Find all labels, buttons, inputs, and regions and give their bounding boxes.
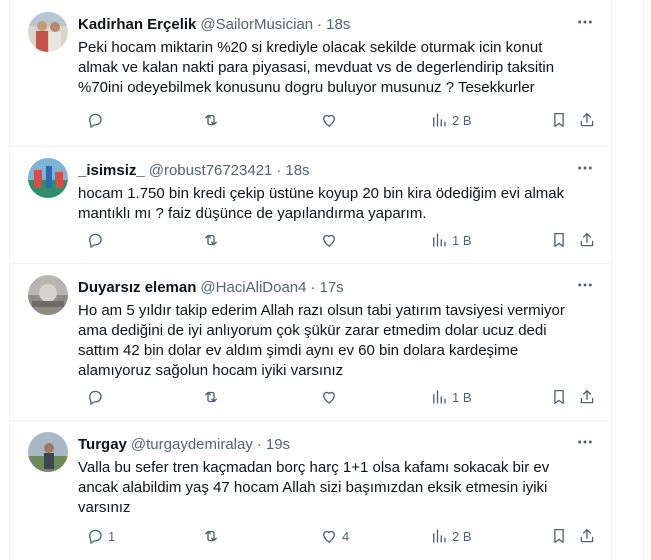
views-button[interactable]: 2 B (430, 526, 472, 546)
avatar[interactable] (28, 158, 68, 198)
reply-tweet[interactable]: _isimsiz_ @robust76723421 · 18s hocam 1.… (10, 146, 611, 264)
share-icon (580, 528, 594, 543)
heart-icon (323, 391, 335, 404)
bookmark-button[interactable] (550, 526, 568, 546)
more-options-icon[interactable] (573, 158, 597, 178)
more-options-icon[interactable] (573, 275, 597, 295)
like-button[interactable]: 4 (320, 526, 349, 546)
share-icon (580, 389, 594, 404)
retweet-button[interactable] (202, 110, 220, 130)
share-button[interactable] (578, 110, 596, 130)
separator-dot: · (310, 278, 316, 296)
tweet-header: Duyarsız eleman @HaciAliDoan4 · 17s (78, 277, 595, 297)
separator-dot: · (317, 15, 323, 33)
avatar[interactable] (28, 275, 68, 315)
retweet-icon (205, 391, 217, 403)
avatar[interactable] (28, 12, 68, 52)
action-bar: 1 4 2 B (78, 526, 603, 546)
like-count: 4 (342, 528, 350, 544)
bookmark-icon (554, 528, 564, 544)
like-button[interactable] (320, 387, 342, 407)
tweet-header: _isimsiz_ @robust76723421 · 18s (78, 160, 595, 180)
reply-tweet[interactable]: Kadirhan Erçelik @SailorMusician · 18s P… (10, 0, 611, 147)
tweet-text: hocam 1.750 bin kredi çekip üstüne koyup… (78, 185, 565, 222)
share-icon (580, 112, 594, 127)
reply-button[interactable] (86, 230, 108, 250)
author-handle[interactable]: @turgaydemiralay (131, 436, 253, 453)
bookmark-button[interactable] (550, 110, 568, 130)
reply-count: 1 (108, 528, 116, 544)
author-handle[interactable]: @SailorMusician (200, 16, 313, 33)
author-name[interactable]: Turgay (78, 436, 127, 453)
share-button[interactable] (578, 526, 596, 546)
reply-icon (89, 529, 102, 544)
reply-icon (89, 113, 102, 128)
heart-icon (323, 114, 335, 127)
bookmark-icon (554, 112, 564, 128)
action-bar: 2 B (78, 110, 603, 130)
bookmark-button[interactable] (550, 387, 568, 407)
reply-tweet[interactable]: Turgay @turgaydemiralay · 19s Valla bu s… (10, 420, 611, 560)
reply-button[interactable]: 1 (86, 526, 115, 546)
views-button[interactable]: 1 B (430, 230, 472, 250)
heart-icon (323, 530, 335, 543)
author-name[interactable]: Kadirhan Erçelik (78, 16, 196, 33)
avatar[interactable] (28, 432, 68, 472)
retweet-button[interactable] (202, 526, 220, 546)
right-sidebar-edge (643, 0, 651, 560)
reply-icon (89, 390, 102, 405)
views-count: 1 B (452, 232, 472, 248)
views-button[interactable]: 1 B (430, 387, 472, 407)
reply-feed: Kadirhan Erçelik @SailorMusician · 18s P… (9, 0, 612, 560)
share-icon (580, 232, 594, 247)
views-button[interactable]: 2 B (430, 110, 472, 130)
timestamp[interactable]: 18s (326, 16, 350, 33)
share-button[interactable] (578, 387, 596, 407)
views-chart-icon (433, 113, 446, 127)
retweet-icon (205, 234, 217, 246)
retweet-button[interactable] (202, 230, 220, 250)
timestamp[interactable]: 19s (266, 436, 290, 453)
share-button[interactable] (578, 230, 596, 250)
bookmark-icon (554, 232, 564, 248)
views-chart-icon (433, 233, 446, 247)
reply-tweet[interactable]: Duyarsız eleman @HaciAliDoan4 · 17s Ho a… (10, 263, 611, 421)
heart-icon (323, 234, 335, 247)
views-count: 1 B (452, 389, 472, 405)
action-bar: 1 B (78, 230, 603, 250)
reply-button[interactable] (86, 110, 108, 130)
views-count: 2 B (452, 112, 472, 128)
separator-dot: · (276, 161, 282, 179)
tweet-header: Turgay @turgaydemiralay · 19s (78, 434, 595, 454)
retweet-icon (205, 114, 217, 126)
author-name[interactable]: Duyarsız eleman (78, 279, 196, 296)
timestamp[interactable]: 18s (285, 162, 309, 179)
timestamp[interactable]: 17s (320, 279, 344, 296)
separator-dot: · (256, 435, 262, 453)
author-name[interactable]: _isimsiz_ (78, 162, 145, 179)
reply-icon (89, 233, 102, 248)
action-bar: 1 B (78, 387, 603, 407)
views-chart-icon (433, 390, 446, 404)
bookmark-icon (554, 389, 564, 405)
tweet-text: Valla bu sefer tren kaçmadan borç harç 1… (78, 459, 550, 516)
author-handle[interactable]: @robust76723421 (149, 162, 273, 179)
more-options-icon[interactable] (573, 12, 597, 32)
like-button[interactable] (320, 110, 342, 130)
author-handle[interactable]: @HaciAliDoan4 (200, 279, 306, 296)
bookmark-button[interactable] (550, 230, 568, 250)
views-chart-icon (433, 529, 446, 543)
tweet-header: Kadirhan Erçelik @SailorMusician · 18s (78, 14, 595, 34)
reply-button[interactable] (86, 387, 108, 407)
views-count: 2 B (452, 528, 472, 544)
more-options-icon[interactable] (573, 432, 597, 452)
tweet-text: Ho am 5 yıldır takip ederim Allah razı o… (78, 302, 565, 379)
tweet-text: Peki hocam miktarin %20 si krediyle olac… (78, 39, 555, 96)
retweet-icon (205, 530, 217, 542)
like-button[interactable] (320, 230, 342, 250)
retweet-button[interactable] (202, 387, 220, 407)
